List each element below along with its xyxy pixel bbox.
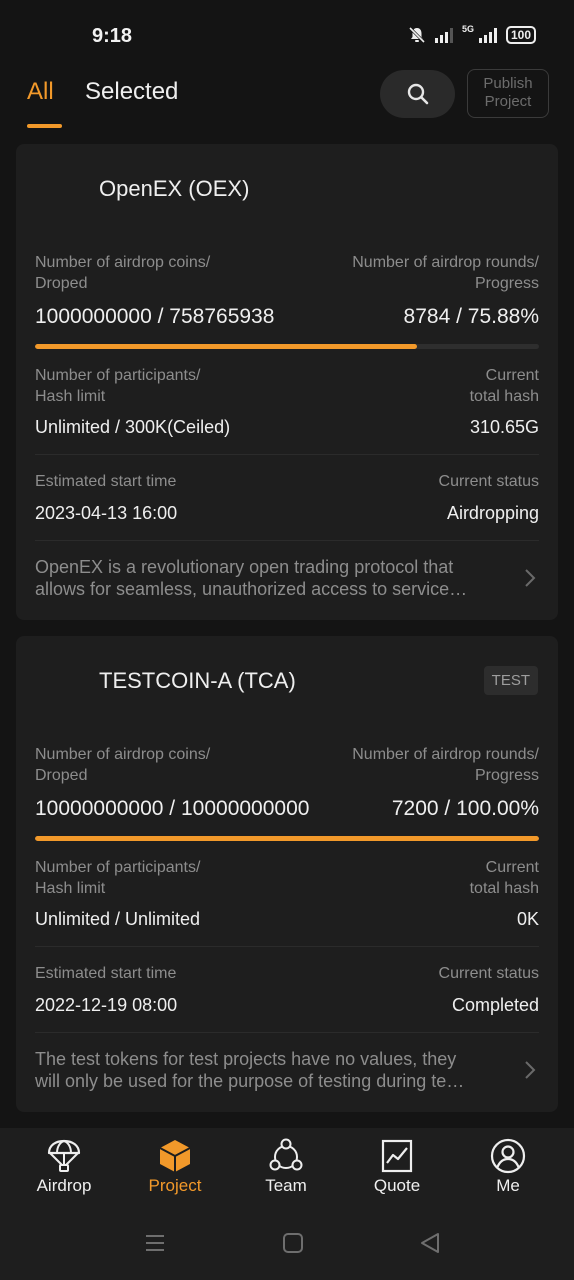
nav-label: Project — [148, 1176, 202, 1195]
publish-label-line1: Publish — [483, 75, 533, 92]
coins-label: Number of airdrop coins/ Droped — [35, 254, 211, 292]
divider — [35, 946, 539, 947]
project-title: TESTCOIN-A (TCA) — [99, 668, 296, 693]
menu-icon[interactable] — [144, 1232, 166, 1254]
project-card[interactable]: OpenEX (OEX) Number of airdrop coins/ Dr… — [16, 144, 558, 620]
nav-item-project[interactable]: Project — [125, 1138, 225, 1196]
nav-item-airdrop[interactable]: Airdrop — [14, 1138, 114, 1196]
publish-project-button[interactable]: Publish Project — [467, 69, 549, 118]
project-description: OpenEX is a revolutionary open trading p… — [35, 557, 468, 599]
team-icon — [269, 1138, 303, 1171]
total-hash-value: 0K — [516, 909, 539, 929]
tab-selected[interactable]: Selected — [85, 78, 178, 106]
tab-selected-label: Selected — [85, 78, 179, 105]
start-time-label: Estimated start time — [35, 965, 177, 982]
chevron-right-icon[interactable] — [524, 568, 536, 588]
airdrop-progress-bar — [35, 344, 539, 349]
rounds-label: Number of airdrop rounds/ Progress — [352, 254, 539, 292]
status-label: Current status — [438, 473, 539, 490]
system-nav-bar — [0, 1214, 574, 1280]
battery-icon: 100 — [505, 26, 536, 44]
publish-label-line2: Project — [484, 93, 532, 110]
nav-item-me[interactable]: Me — [458, 1138, 558, 1196]
user-icon — [490, 1138, 526, 1174]
project-card[interactable]: TESTCOIN-A (TCA) TEST Number of airdrop … — [16, 636, 558, 1112]
nav-item-quote[interactable]: Quote — [347, 1138, 447, 1196]
signal-5g-icon — [478, 28, 497, 43]
nav-label: Quote — [373, 1176, 421, 1195]
participants-label: Number of participants/ Hash limit — [35, 859, 201, 897]
coins-label: Number of airdrop coins/ Droped — [35, 746, 211, 784]
divider — [35, 540, 539, 541]
search-icon — [407, 83, 428, 105]
divider — [35, 454, 539, 455]
start-time-label: Estimated start time — [35, 473, 177, 490]
header: All Selected Publish Project — [0, 66, 574, 132]
test-tag-badge: TEST — [483, 666, 538, 695]
participants-value: Unlimited / Unlimited — [35, 909, 201, 929]
project-title: OpenEX (OEX) — [99, 176, 250, 201]
airdrop-progress-fill — [35, 344, 418, 349]
coins-value: 10000000000 / 10000000000 — [35, 797, 310, 820]
nav-label: Team — [265, 1176, 307, 1195]
bell-muted-icon — [408, 26, 426, 44]
airdrop-progress-bar — [35, 836, 539, 841]
status-value: Completed — [451, 995, 539, 1015]
parachute-icon — [47, 1139, 81, 1172]
cube-icon — [159, 1140, 191, 1172]
participants-label: Number of participants/ Hash limit — [35, 367, 201, 405]
coins-value: 1000000000 / 758765938 — [35, 305, 275, 328]
total-hash-label: Current total hash — [469, 367, 539, 405]
status-time: 9:18 — [92, 25, 133, 47]
network-type: 5G — [461, 24, 474, 34]
tab-active-underline — [27, 124, 62, 128]
total-hash-value: 310.65G — [469, 417, 539, 437]
divider — [35, 1032, 539, 1033]
start-time-value: 2023-04-13 16:00 — [35, 503, 178, 523]
signal-icon — [434, 28, 453, 43]
nav-label: Me — [496, 1176, 520, 1195]
total-hash-label: Current total hash — [469, 859, 539, 897]
status-label: Current status — [438, 965, 539, 982]
tab-all[interactable]: All — [27, 78, 62, 128]
status-value: Airdropping — [446, 503, 539, 523]
rounds-value: 7200 / 100.00% — [391, 797, 539, 820]
participants-value: Unlimited / 300K(Ceiled) — [35, 417, 231, 437]
chart-icon — [381, 1139, 413, 1173]
rounds-value: 8784 / 75.88% — [403, 305, 539, 328]
airdrop-progress-fill — [35, 836, 539, 841]
tab-all-label: All — [27, 78, 54, 105]
rounds-label: Number of airdrop rounds/ Progress — [352, 746, 539, 784]
project-description: The test tokens for test projects have n… — [35, 1049, 465, 1091]
status-icons: 5G 100 — [408, 24, 536, 44]
chevron-right-icon[interactable] — [524, 1060, 536, 1080]
search-button[interactable] — [380, 70, 455, 118]
bottom-nav: Airdrop Project Team Quote Me — [0, 1128, 574, 1214]
back-icon[interactable] — [419, 1232, 441, 1254]
start-time-value: 2022-12-19 08:00 — [35, 995, 178, 1015]
nav-label: Airdrop — [36, 1176, 92, 1195]
home-icon[interactable] — [282, 1232, 304, 1254]
nav-item-team[interactable]: Team — [236, 1138, 336, 1196]
status-bar: 9:18 5G 100 — [0, 0, 574, 72]
